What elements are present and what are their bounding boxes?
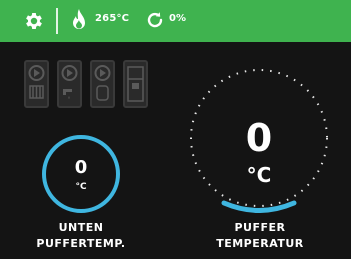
output-percentage: 0% bbox=[169, 13, 186, 24]
bottom-buffer-label-line2: PUFFERTEMP. bbox=[36, 237, 126, 250]
buffer-gauge-fill bbox=[221, 200, 297, 213]
status-bar: 265°C 0% bbox=[0, 0, 351, 42]
buffer-temperature-label: PUFFER TEMPERATUR bbox=[180, 220, 340, 252]
buffer-label-line2: TEMPERATUR bbox=[216, 237, 304, 250]
buffer-temperature-unit: °C bbox=[246, 163, 272, 187]
buffer-tank-icon bbox=[127, 66, 144, 102]
bottom-buffer-label-line1: UNTEN bbox=[58, 221, 104, 234]
bottom-buffer-unit: °C bbox=[75, 182, 87, 192]
buffer-button[interactable] bbox=[123, 60, 148, 108]
flame-icon bbox=[73, 9, 85, 29]
pump-dhw-button[interactable] bbox=[57, 60, 82, 108]
buffer-label-line1: PUFFER bbox=[234, 221, 286, 234]
buffer-temperature-value: 0 bbox=[245, 116, 273, 160]
pump-radiator-icon bbox=[28, 65, 45, 99]
pump-tap-icon bbox=[61, 65, 78, 99]
bottom-buffer-value: 0 bbox=[74, 157, 88, 178]
bottom-buffer-label: UNTEN PUFFERTEMP. bbox=[0, 220, 162, 252]
status-divider bbox=[56, 8, 58, 34]
pump-tank-icon bbox=[94, 65, 111, 101]
pump-tank-button[interactable] bbox=[90, 60, 115, 108]
boiler-temperature: 265°C bbox=[95, 13, 130, 24]
pump-heating-button[interactable] bbox=[24, 60, 49, 108]
refresh-icon bbox=[147, 12, 163, 28]
gear-icon[interactable] bbox=[23, 10, 45, 32]
